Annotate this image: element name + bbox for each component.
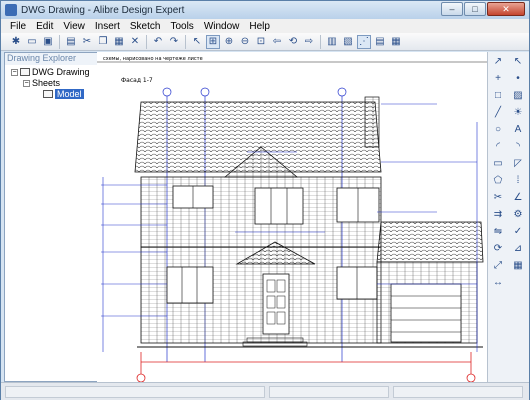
polygon-icon[interactable]: ⬠ — [491, 173, 505, 187]
layer-icon[interactable]: ⋰ — [357, 34, 371, 49]
menu-view[interactable]: View — [58, 21, 90, 32]
minimize-button[interactable]: – — [441, 2, 463, 16]
status-bar — [1, 382, 529, 400]
point-icon[interactable]: • — [511, 71, 525, 85]
zoom-out-icon[interactable]: ⊖ — [238, 35, 252, 49]
house-facade-drawing: схемы, нарисовано на чертеже листе Фасад… — [97, 56, 487, 382]
drawing-canvas[interactable]: схемы, нарисовано на чертеже листе Фасад… — [97, 52, 487, 382]
tree-item-model[interactable]: Model — [43, 89, 84, 99]
menu-sketch[interactable]: Sketch — [125, 21, 166, 32]
drawing-icon — [20, 68, 30, 76]
zoom-fit-icon[interactable]: ⊡ — [254, 35, 268, 49]
hatch-icon[interactable]: ▨ — [511, 88, 525, 102]
app-window: DWG Drawing - Alibre Design Expert – □ ✕… — [0, 0, 530, 400]
zoom-in-icon[interactable]: ⊕ — [222, 35, 236, 49]
copy-icon[interactable]: ❐ — [96, 35, 110, 49]
drawing-title: Фасад 1-7 — [121, 77, 153, 84]
menu-window[interactable]: Window — [199, 21, 245, 32]
menu-bar: File Edit View Insert Sketch Tools Windo… — [1, 19, 529, 33]
check-icon[interactable]: ✓ — [511, 224, 525, 238]
offset-icon[interactable]: ⇉ — [491, 207, 505, 221]
tree-item-root[interactable]: − DWG Drawing — [11, 67, 90, 77]
trim-icon[interactable]: ✂ — [491, 190, 505, 204]
rotate-icon[interactable]: ⟳ — [491, 241, 505, 255]
menu-edit[interactable]: Edit — [31, 21, 58, 32]
paste-icon[interactable]: ▦ — [112, 35, 126, 49]
menu-file[interactable]: File — [5, 21, 31, 32]
grid-icon[interactable]: ▥ — [325, 35, 339, 49]
status-message — [5, 386, 265, 398]
drawing-note: схемы, нарисовано на чертеже листе — [103, 56, 203, 62]
sketch-tools-left: ↗ + □ ╱ ○ ◜ ▭ ⬠ ✂ ⇉ ⇋ ⟳ ⤢ ↔ — [491, 54, 507, 289]
menu-tools[interactable]: Tools — [165, 21, 198, 32]
rotate-icon[interactable]: ⟲ — [286, 35, 300, 49]
tree-label-sheets: Sheets — [32, 78, 61, 88]
tree-label-model: Model — [55, 89, 84, 99]
fillet-icon[interactable]: ◝ — [511, 139, 525, 153]
circle-icon[interactable]: ○ — [491, 122, 505, 136]
open-icon[interactable]: ▭ — [25, 35, 39, 49]
text-icon[interactable]: A — [511, 122, 525, 136]
status-coords — [269, 386, 389, 398]
main-toolbar: ✱ ▭ ▣ ▤ ✂ ❐ ▦ ✕ ↶ ↷ ↖ ⊞ ⊕ ⊖ ⊡ ⇦ ⟲ ⇨ ▥ ▧ … — [1, 33, 529, 51]
scale-icon[interactable]: ⤢ — [491, 258, 505, 272]
print-icon[interactable]: ▤ — [64, 35, 78, 49]
sketch-tools-right: ↖ • ▨ ☀ A ◝ ◸ ⁞ ∠ ⚙ ✓ ⊿ ▦ — [511, 54, 527, 272]
plus-icon[interactable]: + — [491, 71, 505, 85]
delete-icon[interactable]: ✕ — [128, 35, 142, 49]
close-button[interactable]: ✕ — [487, 2, 525, 16]
bulb-icon[interactable]: ☀ — [511, 105, 525, 119]
app-icon — [5, 4, 17, 16]
view-icon[interactable]: ⇨ — [302, 35, 316, 49]
sketch-toolbar: ↗ + □ ╱ ○ ◜ ▭ ⬠ ✂ ⇉ ⇋ ⟳ ⤢ ↔ ↖ • ▨ ☀ A ◝ … — [487, 52, 529, 382]
measure-icon[interactable]: ⊿ — [511, 241, 525, 255]
status-units — [393, 386, 523, 398]
new-icon[interactable]: ✱ — [9, 35, 23, 49]
menu-help[interactable]: Help — [244, 21, 275, 32]
title-bar: DWG Drawing - Alibre Design Expert – □ ✕ — [1, 1, 529, 19]
pan-icon[interactable]: ⇦ — [270, 35, 284, 49]
mirror-icon[interactable]: ⇋ — [491, 224, 505, 238]
snap-icon[interactable]: ▧ — [341, 35, 355, 49]
save-icon[interactable]: ▣ — [41, 35, 55, 49]
maximize-button[interactable]: □ — [464, 2, 486, 16]
toolbar-separator — [59, 34, 60, 49]
arrow-icon[interactable]: ↗ — [491, 54, 505, 68]
grid-icon[interactable]: ▦ — [511, 258, 525, 272]
cursor-icon[interactable]: ↖ — [511, 54, 525, 68]
tree-label-root: DWG Drawing — [32, 67, 90, 77]
dimension-icon[interactable]: ↔ — [491, 275, 505, 289]
collapse-icon[interactable]: − — [23, 79, 30, 87]
collapse-icon[interactable]: − — [11, 68, 18, 76]
square-icon[interactable]: □ — [491, 88, 505, 102]
table-icon[interactable]: ▦ — [389, 35, 403, 49]
tree-item-sheets[interactable]: − Sheets — [23, 78, 60, 88]
array-icon[interactable]: ⁞ — [511, 173, 525, 187]
menu-insert[interactable]: Insert — [90, 21, 125, 32]
cut-icon[interactable]: ✂ — [80, 35, 94, 49]
zoom-window-icon[interactable]: ⊞ — [206, 34, 220, 49]
line-icon[interactable]: ╱ — [491, 105, 505, 119]
arc-icon[interactable]: ◜ — [491, 139, 505, 153]
gear-icon[interactable]: ⚙ — [511, 207, 525, 221]
rect-icon[interactable]: ▭ — [491, 156, 505, 170]
sheet-icon — [43, 90, 53, 98]
angle-icon[interactable]: ∠ — [511, 190, 525, 204]
redo-icon[interactable]: ↷ — [167, 35, 181, 49]
window-title: DWG Drawing - Alibre Design Expert — [21, 4, 185, 16]
toolbar-separator — [146, 34, 147, 49]
toolbar-separator — [320, 34, 321, 49]
chamfer-icon[interactable]: ◸ — [511, 156, 525, 170]
toolbar-separator — [185, 34, 186, 49]
undo-icon[interactable]: ↶ — [151, 35, 165, 49]
props-icon[interactable]: ▤ — [373, 35, 387, 49]
select-icon[interactable]: ↖ — [190, 35, 204, 49]
